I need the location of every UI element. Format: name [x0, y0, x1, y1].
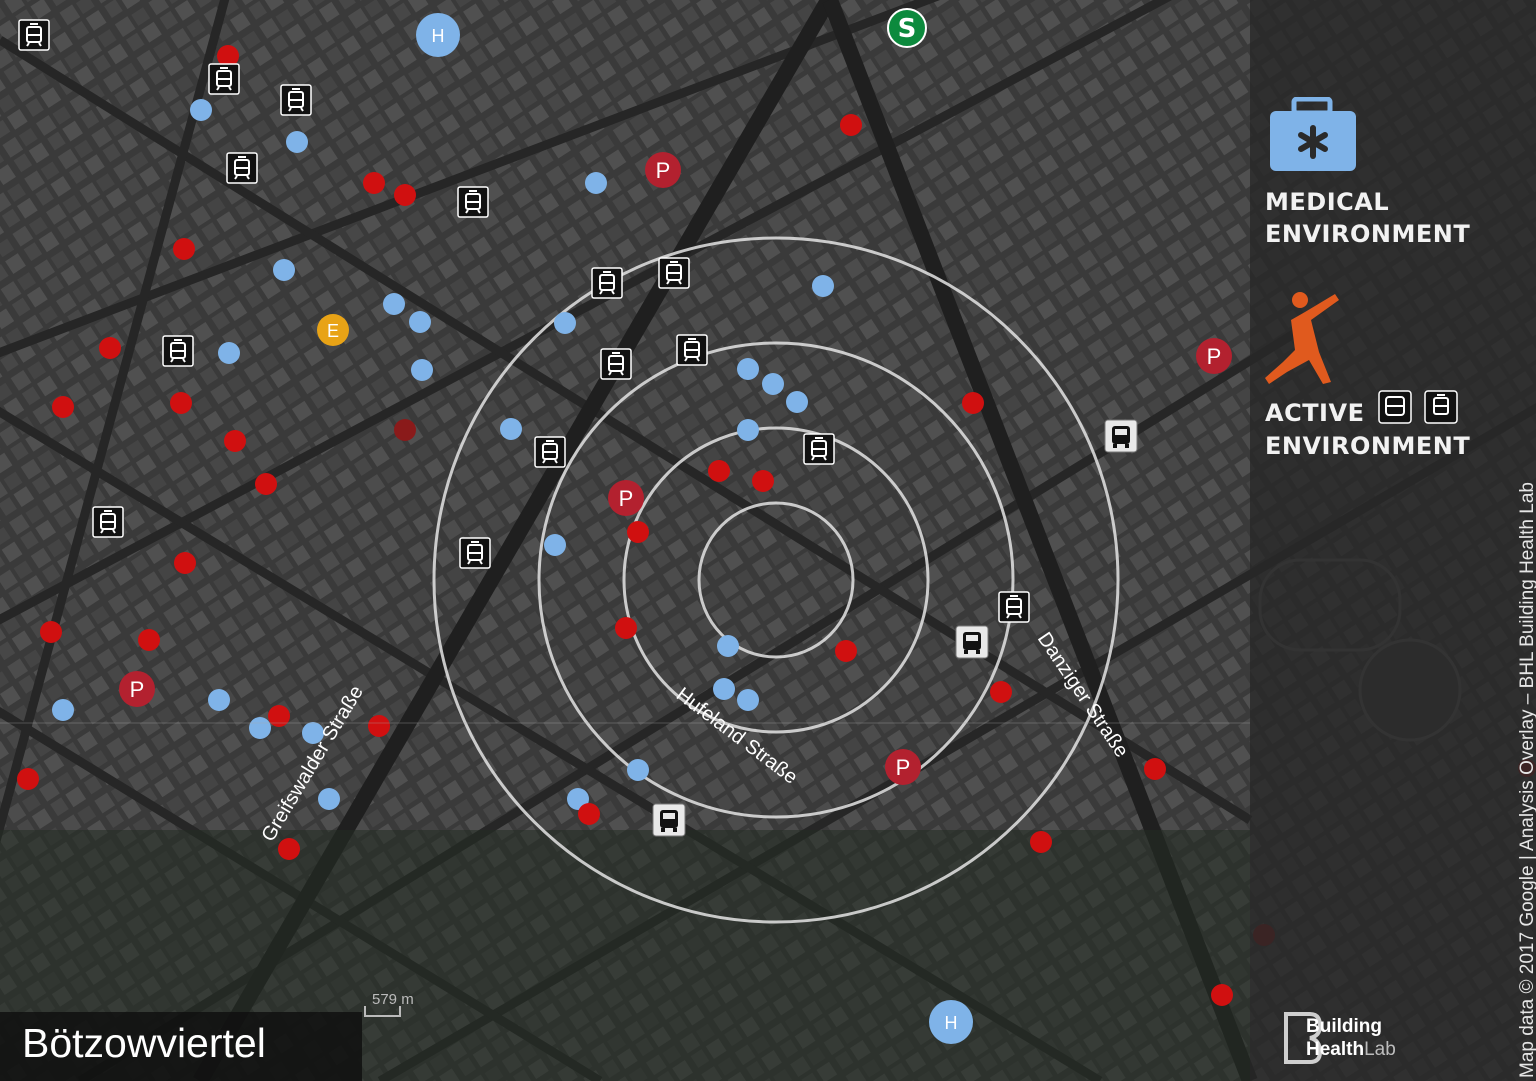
hospital-label: H [432, 26, 445, 46]
parking-label: P [1207, 344, 1222, 369]
medical-point [737, 689, 759, 711]
active-point [170, 392, 192, 414]
medical-point [737, 419, 759, 441]
building-health-lab-logo: Building HealthLab [1306, 1015, 1396, 1061]
tram-icon [658, 257, 690, 289]
medical-point [627, 759, 649, 781]
tram-icon [591, 267, 623, 299]
active-point [174, 552, 196, 574]
tram-icon [1424, 390, 1458, 424]
parking-label: P [656, 158, 671, 183]
bus-icon [1104, 419, 1138, 453]
tram-icon [459, 537, 491, 569]
active-point [752, 470, 774, 492]
tram-icon [226, 152, 258, 184]
sbahn-marker: S [887, 8, 927, 48]
active-point [99, 337, 121, 359]
medical-case-icon [1270, 97, 1356, 171]
medical-point [786, 391, 808, 413]
tram-icon [92, 506, 124, 538]
bus-icon [652, 803, 686, 837]
logo-word-lab: Lab [1364, 1039, 1396, 1060]
medical-point [812, 275, 834, 297]
medical-point [500, 418, 522, 440]
tram-icon [457, 186, 489, 218]
medical-point [411, 359, 433, 381]
medical-point [713, 678, 735, 700]
medical-point [737, 358, 759, 380]
scale-label: 579 m [372, 991, 414, 1008]
medical-point [218, 342, 240, 364]
active-heading-line2: ENVIRONMENT [1265, 432, 1471, 460]
active-point [268, 705, 290, 727]
tram-icon [280, 84, 312, 116]
medical-point [273, 259, 295, 281]
logo-word-building: Building [1306, 1016, 1382, 1037]
tram-icon [676, 334, 708, 366]
e-marker: E [317, 314, 349, 346]
medical-heading-line2: ENVIRONMENT [1265, 220, 1471, 248]
page-title: Bötzowviertel [22, 1020, 266, 1066]
active-point [40, 621, 62, 643]
medical-point [383, 293, 405, 315]
parking-label: P [896, 755, 911, 780]
medical-point [554, 312, 576, 334]
tram-icon [600, 348, 632, 380]
legend-transit-icons [1378, 390, 1458, 424]
active-point [224, 430, 246, 452]
medical-point [409, 311, 431, 333]
medical-point [544, 534, 566, 556]
active-point [1030, 831, 1052, 853]
active-point [1211, 984, 1233, 1006]
medical-heading-line1: MEDICAL [1265, 188, 1390, 216]
medical-point [208, 689, 230, 711]
active-point [1144, 758, 1166, 780]
active-point [627, 521, 649, 543]
active-point [990, 681, 1012, 703]
medical-point [286, 131, 308, 153]
active-point [840, 114, 862, 136]
active-point [835, 640, 857, 662]
medical-point [190, 99, 212, 121]
medical-point [249, 717, 271, 739]
bus-icon [1378, 390, 1412, 424]
parking-label: P [619, 486, 634, 511]
medical-point [52, 699, 74, 721]
e-label: E [327, 321, 339, 341]
active-point [255, 473, 277, 495]
active-point [138, 629, 160, 651]
active-point [52, 396, 74, 418]
tram-icon [208, 63, 240, 95]
tram-icon [534, 436, 566, 468]
active-heading-line1: ACTIVE [1265, 399, 1365, 427]
active-point [173, 238, 195, 260]
active-point [578, 803, 600, 825]
logo-word-health: Health [1306, 1039, 1365, 1060]
active-point [278, 838, 300, 860]
parking-label: P [130, 677, 145, 702]
medical-point [318, 788, 340, 810]
active-point [363, 172, 385, 194]
hospital-label: H [945, 1013, 958, 1033]
medical-point [762, 373, 784, 395]
stretching-person-icon [1265, 292, 1339, 384]
active-point [368, 715, 390, 737]
map-attribution: Map data © 2017 Google | Analysis Overla… [1517, 482, 1536, 1078]
active-point [17, 768, 39, 790]
bus-icon [955, 625, 989, 659]
active-point [394, 419, 416, 441]
tram-icon [803, 433, 835, 465]
active-point [708, 460, 730, 482]
tram-icon [162, 335, 194, 367]
tram-icon [18, 19, 50, 51]
active-point [615, 617, 637, 639]
medical-point [585, 172, 607, 194]
tram-icon [998, 591, 1030, 623]
active-point [394, 184, 416, 206]
medical-point [717, 635, 739, 657]
active-point [962, 392, 984, 414]
sbahn-label: S [898, 14, 917, 44]
